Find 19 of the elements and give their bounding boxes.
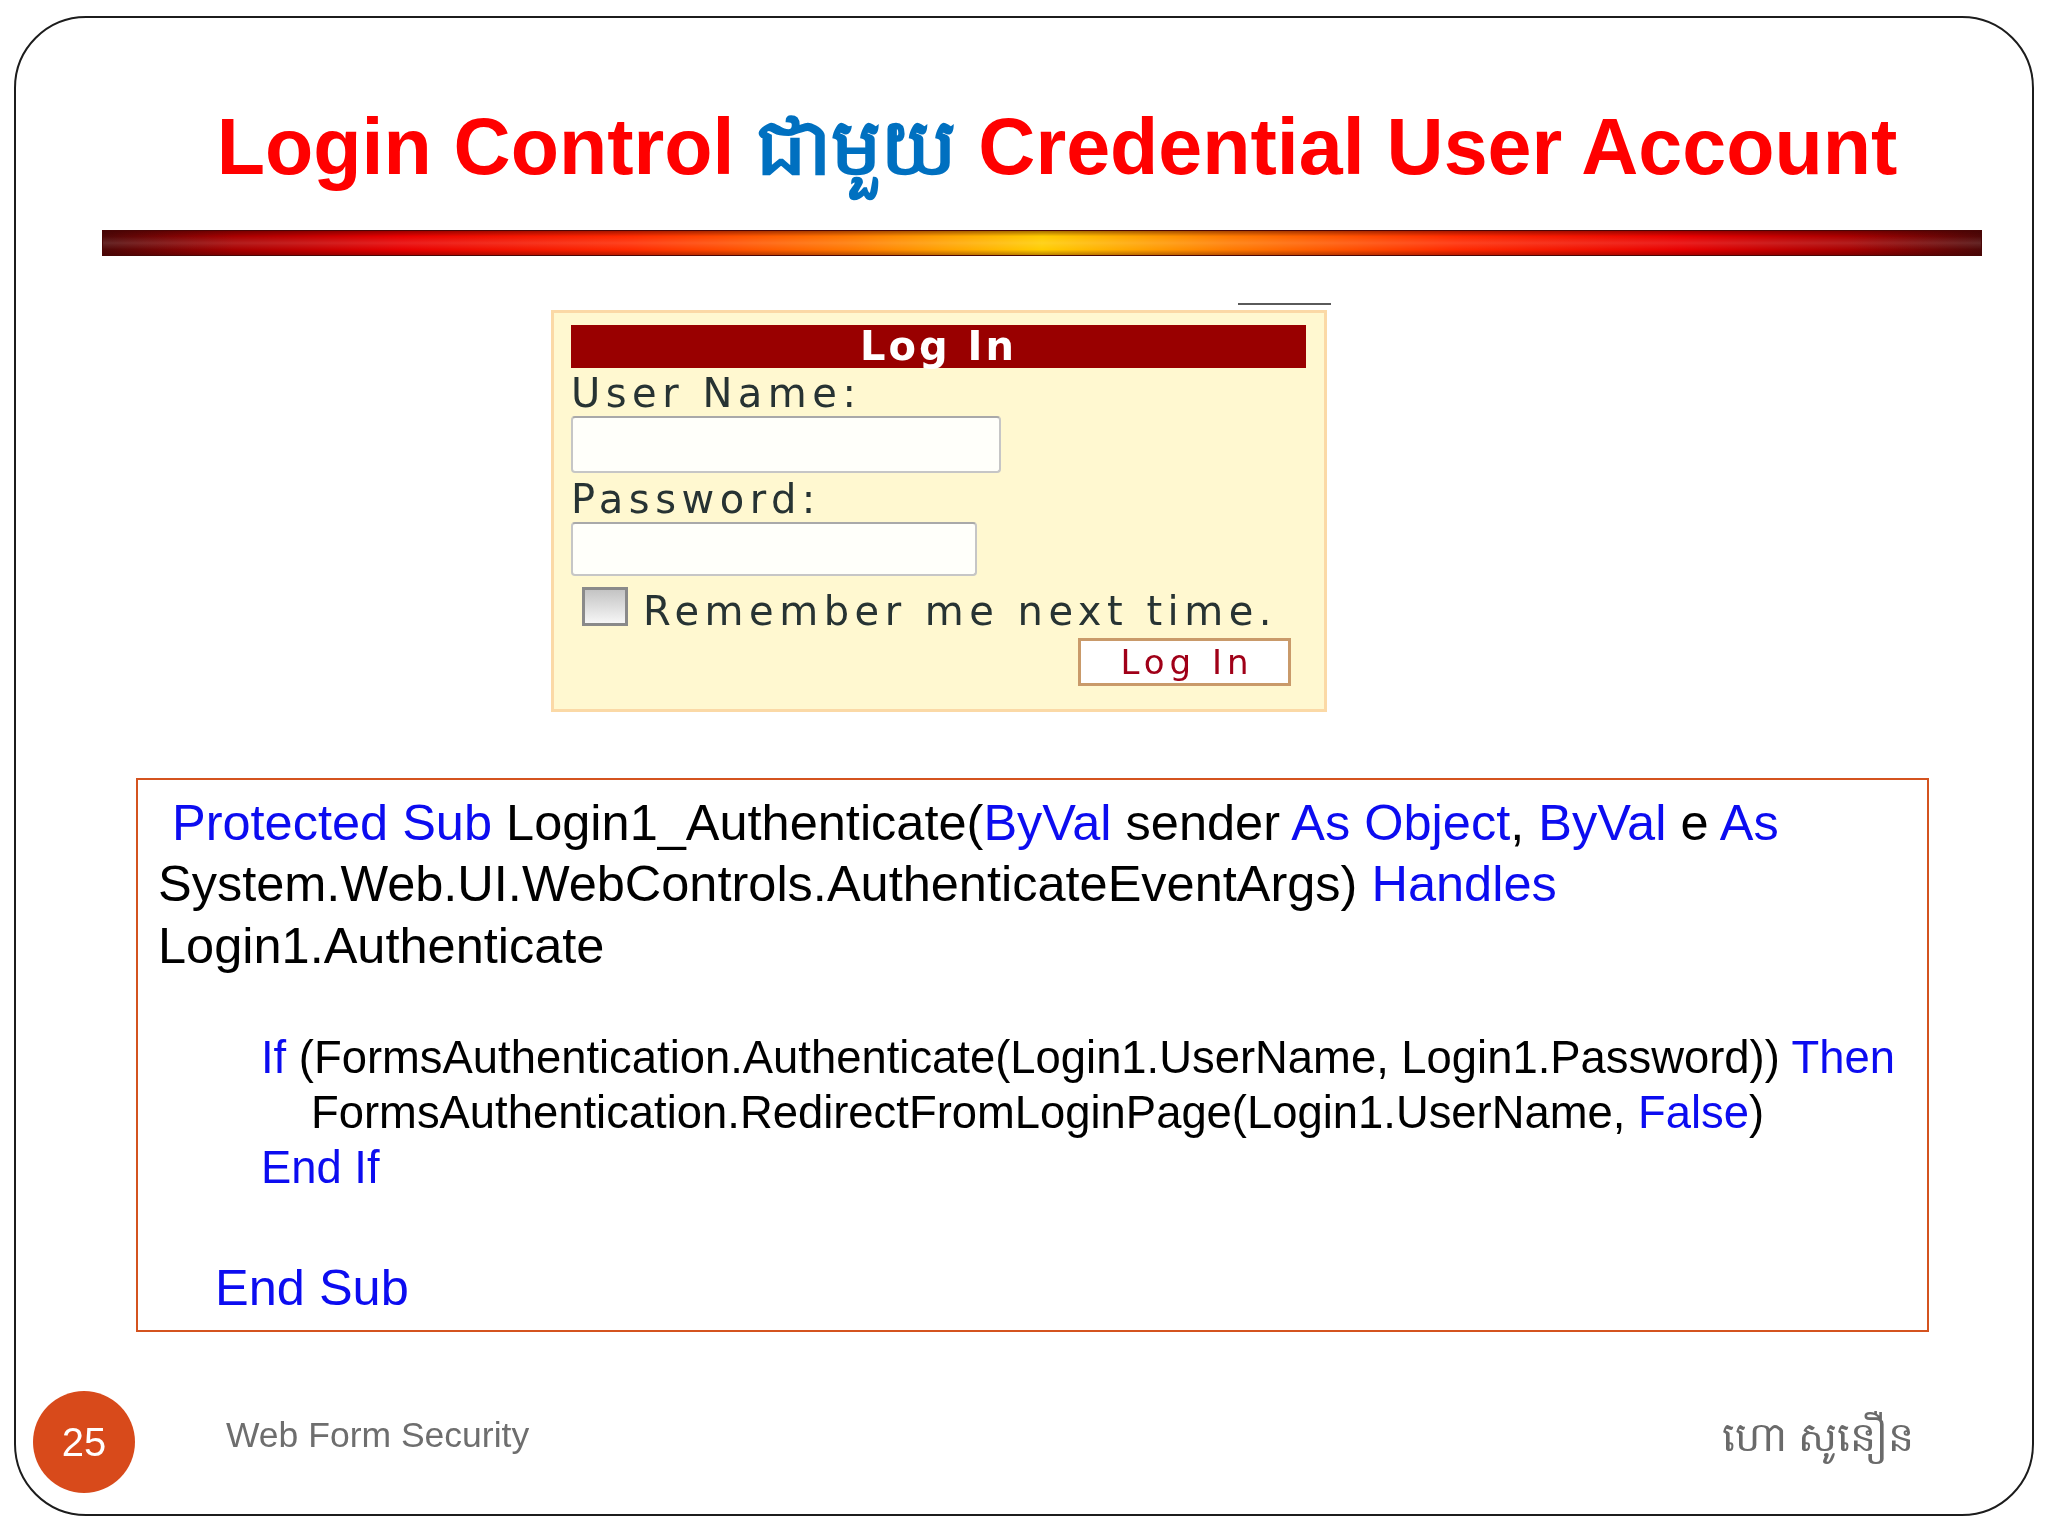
- input-field[interactable]: [571, 522, 977, 576]
- login-button[interactable]: Log In: [1078, 638, 1291, 686]
- code-line: End Sub: [215, 1258, 409, 1319]
- input-field[interactable]: [571, 416, 1001, 473]
- code-line: End If: [261, 1141, 380, 1196]
- footer-author: ហោ សូនឿន: [1721, 1410, 1914, 1464]
- checkbox[interactable]: [582, 587, 628, 626]
- code-line: Login1.Authenticate: [158, 915, 605, 976]
- code-line: System.Web.UI.WebControls.AuthenticateEventArgs) Handles: [158, 854, 1557, 915]
- code-line: If (FormsAuthentication.Authenticate(Login1.UserName, Login1.Password)) Then: [261, 1031, 1896, 1086]
- page-number: 25: [33, 1391, 135, 1493]
- login-header: Log In: [571, 325, 1306, 368]
- footer-title: Web Form Security: [226, 1414, 530, 1456]
- checkbox-label: Remember me next time.: [643, 588, 1277, 634]
- code-line: Protected Sub Login1_Authenticate(ByVal sender As Object, ByVal e As: [172, 793, 1779, 853]
- field-label: User Name:: [571, 370, 862, 416]
- code-line: FormsAuthentication.RedirectFromLoginPage(Login1.UserName, False): [311, 1086, 1765, 1141]
- slide-title: Login Control ជាមួយ Credential User Account: [216, 99, 1898, 210]
- field-label: Password:: [571, 476, 821, 522]
